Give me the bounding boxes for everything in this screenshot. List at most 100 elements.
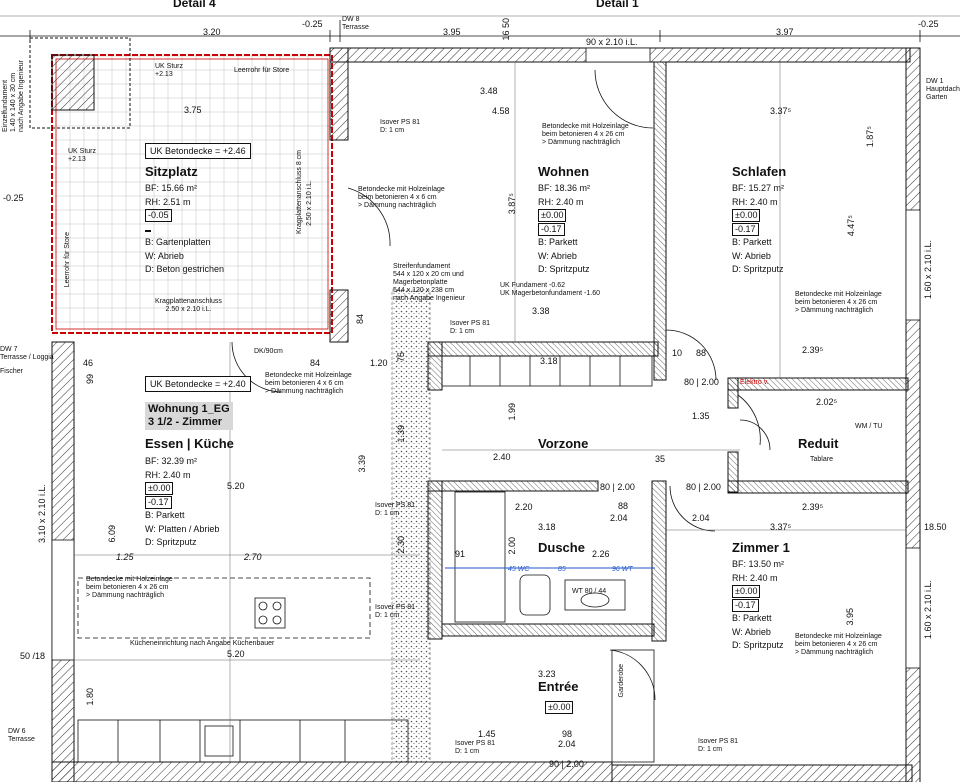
room-title-vorzone: Vorzone [538,436,589,451]
label-wm-tu: WM / TU [855,423,883,430]
dim-337-mid: 3.37⁵ [770,522,792,532]
dim-338: 3.38 [532,306,550,316]
dim-125: 1.25 [116,552,134,562]
note-isover-6: Isover PS 81 D: 1 cm [698,738,739,754]
dim-520-bottom: 5.20 [227,649,245,659]
opening-top: 90 x 2.10 i.L. [586,37,638,47]
dim-84-vert: 84 [355,314,365,325]
dim-226: 2.26 [592,549,610,559]
note-streifenfundament: Streifenfundament 544 x 120 x 20 cm und … [393,263,466,303]
dim-96-wt: 96 WT [612,566,633,573]
door-80-200-c: 80 | 2.00 [686,482,721,492]
dim-230: 2.30 [396,536,406,554]
dim-top-397: 3.97 [776,27,794,37]
dim-240: 2.40 [493,452,511,462]
label-elektro: Elektro v. [740,379,769,386]
interior-walls [427,61,909,642]
note-holzeinlage-kueche: Betondecke mit Holzeinlage beim betonier… [86,576,173,600]
column-top-left [51,54,95,111]
opening-160-bottom: 1.60 x 2.10 i.L. [923,580,933,640]
dim-120: 1.20 [370,358,388,368]
room-info-essen: BF: 32.39 m² RH: 2.40 m ±0.00 -0.17 B: Pa… [145,456,220,547]
note-isover-3: Isover PS 81 D: 1 cm [375,502,416,518]
dim-337-top: 3.37⁵ [770,106,792,116]
dim-85: 85 [558,566,566,573]
opening-310: 3.10 x 2.10 i.L. [37,484,47,544]
dim-99: 99 [85,374,95,385]
dim-91: 91 [455,549,466,559]
dim-609: 6.09 [107,525,117,543]
detail-label-right: Detail 1 [596,0,639,10]
detail-label-left: Detail 4 [173,0,216,10]
note-holzeinlage-wohnen: Betondecke mit Holzeinlage beim betonier… [542,123,629,147]
dim-447: 4.47⁵ [846,215,856,237]
dim-88-a: 88 [618,501,629,511]
note-isover-2: Isover PS 81 D: 1 cm [450,320,491,336]
dim-318-top: 3.18 [540,356,558,366]
room-title-sitzplatz: Sitzplatz [145,164,198,179]
dim-458: 4.58 [492,106,510,116]
label-garderobe: Garderobe [618,664,625,698]
room-title-schlafen: Schlafen [732,164,787,179]
label-wt: WT 80 / 44 [572,588,607,595]
dim-180: 1.80 [85,688,95,706]
dim-top-320: 3.20 [203,27,221,37]
apartment-type: 3 1/2 - Zimmer [148,416,222,428]
top-dimension-line [0,15,960,42]
uk-sturz-top: UK Sturz +2.13 [155,63,184,79]
dim-348: 3.48 [480,86,498,96]
dw8-label: DW 8 Terrasse [342,16,369,32]
note-holzeinlage-sitzplatz: Betondecke mit Holzeinlage beim betonier… [358,186,445,210]
dim-35: 35 [655,454,666,464]
dim-level-a: -0.25 [302,19,323,29]
kragplatte-vertical-2: 2.50 x 2.10 i.L. [306,180,313,226]
dim-46: 46 [83,358,94,368]
dim-204-mid-b: 2.04 [692,513,710,523]
kragplatte-note: Kragplattenanschluss 2.50 x 2.10 i.L. [155,298,222,314]
note-isover-1: Isover PS 81 D: 1 cm [380,119,421,135]
room-title-essen: Essen | Küche [145,436,234,451]
door-80-200-a: 80 | 2.00 [684,377,719,387]
dim-202: 2.02⁵ [816,397,838,407]
dim-200: 2.00 [507,537,517,555]
dim-395: 3.95 [845,608,855,626]
dim-top-1650: 16 50 [501,18,511,41]
note-isover-5: Isover PS 81 D: 1 cm [455,740,496,756]
kragplatte-vertical: Kragplattenanschluss 8 cm [296,150,303,235]
room-title-entree: Entrée [538,679,579,694]
bathroom-fixtures [445,491,655,623]
room-title-dusche: Dusche [538,540,585,555]
dim-520-top: 5.20 [227,481,245,491]
dw6-label: DW 6 Terrasse [8,728,35,744]
room-title-wohnen: Wohnen [538,164,590,179]
room-title-zimmer1: Zimmer 1 [732,540,790,555]
room-info-schlafen: BF: 15.27 m² RH: 2.40 m ±0.00 -0.17 B: Pa… [732,183,785,274]
door-90-200: 90 | 2.00 [549,759,584,769]
dim-84-left: 84 [310,358,321,368]
dim-270: 2.70 [244,552,262,562]
note-holzeinlage-zimmer: Betondecke mit Holzeinlage beim betonier… [795,633,882,657]
room-info-zimmer1: BF: 13.50 m² RH: 2.40 m ±0.00 -0.17 B: Pa… [732,559,785,650]
uk-box-essen: UK Betondecke = +2.40 [145,376,251,392]
entree-level: ±0.00 [545,701,574,714]
dim-98: 98 [562,729,573,739]
dim-187: 1.87⁵ [865,126,875,148]
note-isover-4: Isover PS 81 D: 1 cm [375,604,416,620]
dim-387: 3.87⁵ [507,193,517,215]
dim-wc: 45 WC [508,566,530,573]
dim-88-b: 88 [696,348,707,358]
foundation-note: Einzelfundament 1.40 x 140 x 30 cm nach … [2,60,26,133]
note-holzeinlage-schlafen: Betondecke mit Holzeinlage beim betonier… [795,291,882,315]
uk-box-sitzplatz: UK Betondecke = +2.46 [145,143,251,159]
label-fischer: Fischer [0,368,23,375]
dim-50-18: 50 /18 [20,651,46,661]
note-holzeinlage-essen: Betondecke mit Holzeinlage beim betonier… [265,372,352,396]
door-80-200-b: 80 | 2.00 [600,482,635,492]
kitchen [77,577,409,763]
dim-239-top: 2.39⁵ [802,345,824,355]
dim-318-mid: 3.18 [538,522,556,532]
dim-10: 10 [672,348,683,358]
store-pipe-left: Leerrohr für Store [64,232,71,288]
store-pipe-top: Leerrohr für Store [234,67,290,74]
dim-level-c: -0.25 [3,193,24,203]
